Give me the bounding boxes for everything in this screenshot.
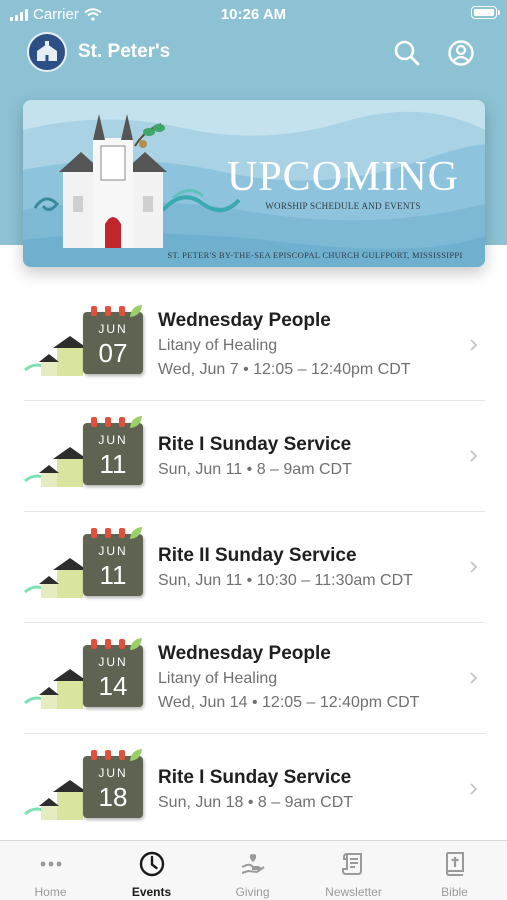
calendar-day: 14 <box>98 671 128 701</box>
tab-label: Home <box>34 885 67 899</box>
app-screen: Carrier 10:26 AM St. Peter's UPCOMING WO… <box>0 0 507 900</box>
calendar-month: JUN <box>98 544 128 558</box>
tab-bible[interactable]: Bible <box>404 841 505 900</box>
tab-events[interactable]: Events <box>101 841 202 900</box>
calendar-month: JUN <box>98 433 128 447</box>
church-logo-icon <box>37 41 57 61</box>
event-row[interactable]: JUN 11 Rite I Sunday Service Sun, Jun 11… <box>0 401 507 512</box>
leaf-icon <box>130 416 142 428</box>
event-datetime: Wed, Jun 14 • 12:05 – 12:40pm CDT <box>158 694 420 711</box>
chevron-right-icon <box>470 672 478 684</box>
event-title: Rite II Sunday Service <box>158 545 357 566</box>
event-datetime: Sun, Jun 11 • 10:30 – 11:30am CDT <box>158 572 413 589</box>
tab-label: Giving <box>235 885 270 899</box>
upcoming-banner[interactable]: UPCOMING WORSHIP SCHEDULE AND EVENTS ST.… <box>23 100 485 267</box>
calendar-date-icon: JUN 14 <box>83 638 143 707</box>
status-bar: Carrier 10:26 AM <box>0 0 507 28</box>
tab-bar: Home Events Giving Newsletter Bible <box>0 840 507 900</box>
event-title: Rite I Sunday Service <box>158 434 352 455</box>
battery-icon <box>471 6 500 19</box>
chevron-right-icon <box>470 450 478 462</box>
chevron-right-icon <box>470 783 478 795</box>
leaf-icon <box>130 638 142 650</box>
calendar-date-icon: JUN 11 <box>83 527 143 596</box>
calendar-day: 11 <box>99 449 127 479</box>
clock-icon <box>139 851 165 877</box>
leaf-icon <box>130 305 142 317</box>
calendar-date-icon: JUN 11 <box>83 416 143 485</box>
event-row[interactable]: JUN 18 Rite I Sunday Service Sun, Jun 18… <box>0 734 507 845</box>
event-thumbnail: JUN 18 <box>23 749 145 824</box>
event-thumbnail: JUN 11 <box>23 527 145 602</box>
tab-label: Bible <box>441 885 468 899</box>
event-thumbnail: JUN 14 <box>23 638 145 713</box>
tab-giving[interactable]: Giving <box>202 841 303 900</box>
church-logo[interactable] <box>27 32 67 72</box>
event-row[interactable]: JUN 07 Wednesday People Litany of Healin… <box>0 290 507 401</box>
leaf-icon <box>130 527 142 539</box>
tab-newsletter[interactable]: Newsletter <box>303 841 404 900</box>
calendar-date-icon: JUN 18 <box>83 749 143 818</box>
giving-hand-icon <box>241 854 265 874</box>
more-dots-icon <box>40 861 62 867</box>
calendar-day: 18 <box>98 782 128 812</box>
event-subtitle: Litany of Healing <box>158 337 278 354</box>
bible-icon <box>445 852 464 876</box>
calendar-month: JUN <box>98 655 128 669</box>
event-row[interactable]: JUN 11 Rite II Sunday Service Sun, Jun 1… <box>0 512 507 623</box>
tab-label: Newsletter <box>325 885 382 899</box>
event-datetime: Wed, Jun 7 • 12:05 – 12:40pm CDT <box>158 361 411 378</box>
calendar-month: JUN <box>98 766 128 780</box>
tab-home[interactable]: Home <box>0 841 101 900</box>
status-time: 10:26 AM <box>220 6 287 23</box>
calendar-day: 07 <box>98 338 128 368</box>
search-icon[interactable] <box>392 38 422 68</box>
calendar-date-icon: JUN 07 <box>83 305 143 374</box>
event-row[interactable]: JUN 14 Wednesday People Litany of Healin… <box>0 623 507 734</box>
app-title: St. Peter's <box>78 41 171 62</box>
calendar-month: JUN <box>98 322 128 336</box>
event-title: Rite I Sunday Service <box>158 767 352 788</box>
banner-title: UPCOMING <box>226 154 460 200</box>
calendar-day: 11 <box>99 560 127 590</box>
event-thumbnail: JUN 11 <box>23 416 145 491</box>
event-datetime: Sun, Jun 18 • 8 – 9am CDT <box>158 794 354 811</box>
event-datetime: Sun, Jun 11 • 8 – 9am CDT <box>158 461 352 478</box>
profile-icon[interactable] <box>446 38 476 68</box>
app-header: St. Peter's <box>0 30 507 76</box>
event-subtitle: Litany of Healing <box>158 670 278 687</box>
banner-subtitle: WORSHIP SCHEDULE AND EVENTS <box>265 201 421 211</box>
event-title: Wednesday People <box>158 310 331 331</box>
chevron-right-icon <box>470 561 478 573</box>
tab-label: Events <box>131 885 172 899</box>
leaf-icon <box>130 749 142 761</box>
banner-footer: ST. PETER'S BY-THE-SEA EPISCOPAL CHURCH … <box>167 250 463 260</box>
event-title: Wednesday People <box>158 643 331 664</box>
newsletter-scroll-icon <box>342 853 362 875</box>
events-list: JUN 07 Wednesday People Litany of Healin… <box>0 290 507 845</box>
event-thumbnail: JUN 07 <box>23 305 145 380</box>
chevron-right-icon <box>470 339 478 351</box>
